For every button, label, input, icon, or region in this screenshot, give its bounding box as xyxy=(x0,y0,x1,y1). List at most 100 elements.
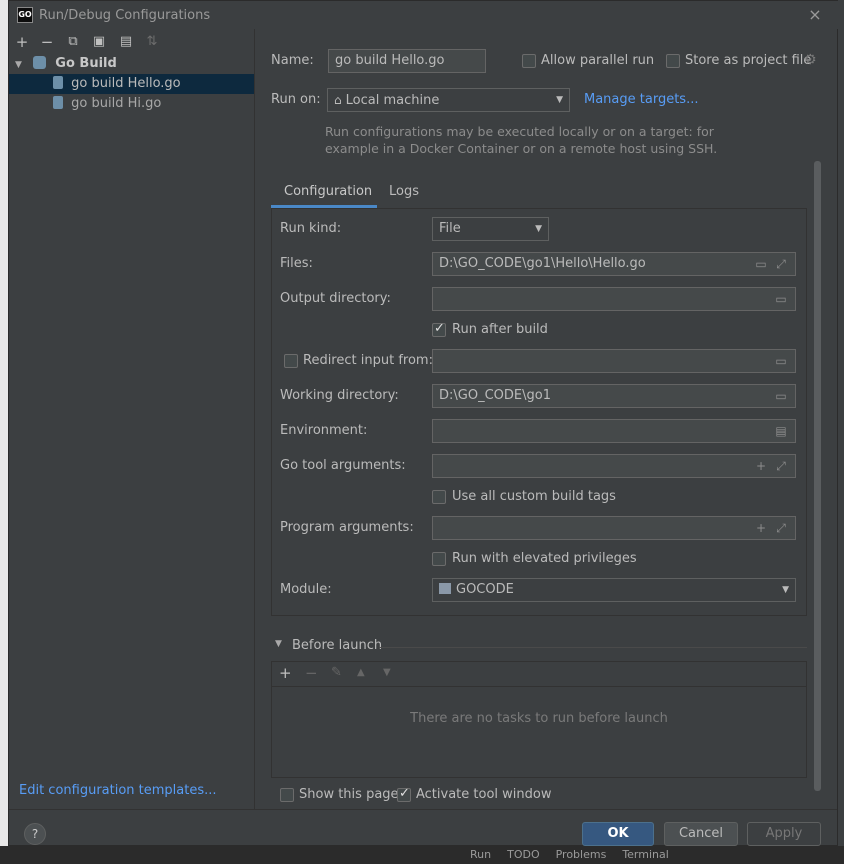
scrollbar[interactable] xyxy=(814,161,821,791)
show-page-label: Show this page xyxy=(299,787,399,802)
folder-icon[interactable]: ▭ xyxy=(773,291,789,307)
configurations-tree-panel xyxy=(9,29,255,809)
chevron-down-icon[interactable]: ▼ xyxy=(15,55,29,75)
move-down-icon[interactable]: ▼ xyxy=(383,667,391,678)
expand-icon[interactable]: ⤢ xyxy=(773,458,789,474)
plus-icon[interactable]: + xyxy=(753,520,769,536)
move-up-icon[interactable]: ▲ xyxy=(357,667,365,678)
bg-tab-todo: TODO xyxy=(507,848,540,861)
cancel-button[interactable]: Cancel xyxy=(664,822,738,846)
activate-tool-checkbox[interactable] xyxy=(397,786,411,802)
custom-build-tags-checkbox[interactable] xyxy=(432,490,446,504)
gear-icon[interactable]: ⚙ xyxy=(804,52,817,68)
manage-targets-link[interactable]: Manage targets... xyxy=(584,92,698,107)
run-on-help-line-2: example in a Docker Container or on a re… xyxy=(325,141,718,156)
edit-templates-link[interactable]: Edit configuration templates... xyxy=(19,783,217,798)
window-title: Run/Debug Configurations xyxy=(39,8,211,23)
custom-build-tags-label: Use all custom build tags xyxy=(452,489,616,504)
go-tool-arguments-label: Go tool arguments: xyxy=(280,458,406,473)
sort-icon[interactable]: ⇅ xyxy=(141,31,163,53)
output-directory-label: Output directory: xyxy=(280,291,391,306)
store-project-checkbox[interactable] xyxy=(666,54,680,68)
bottom-divider xyxy=(9,809,837,810)
tree-group-label: Go Build xyxy=(55,56,117,71)
before-launch-title[interactable]: Before launch xyxy=(292,638,382,653)
tab-logs[interactable]: Logs xyxy=(389,181,419,209)
run-kind-value: File xyxy=(439,221,461,236)
redirect-input-label: Redirect input from: xyxy=(303,353,433,368)
before-launch-empty-text: There are no tasks to run before launch xyxy=(410,711,668,726)
redirect-input-field[interactable]: ▭ xyxy=(432,349,796,373)
remove-task-icon[interactable]: − xyxy=(305,664,318,682)
new-folder-icon[interactable]: ▤ xyxy=(115,31,137,53)
output-directory-input[interactable]: ▭ xyxy=(432,287,796,311)
elevated-privileges-checkbox[interactable] xyxy=(432,552,446,566)
title-bar: GO Run/Debug Configurations × xyxy=(9,1,839,29)
store-project-label: Store as project file xyxy=(685,53,812,68)
document-icon[interactable]: ▤ xyxy=(773,423,789,439)
activate-tool-label: Activate tool window xyxy=(416,787,552,802)
tree-item-hi[interactable]: go build Hi.go xyxy=(9,94,254,114)
program-arguments-input[interactable]: + ⤢ xyxy=(432,516,796,540)
folder-icon[interactable]: ▭ xyxy=(773,353,789,369)
go-file-icon xyxy=(53,96,63,109)
show-page-checkbox[interactable] xyxy=(280,788,294,802)
chevron-down-icon: ▼ xyxy=(556,95,563,105)
plus-icon[interactable]: + xyxy=(753,458,769,474)
background-ide-toolbar xyxy=(0,846,844,864)
run-on-label: Run on: xyxy=(271,92,321,107)
folder-icon[interactable]: ▭ xyxy=(753,256,769,272)
allow-parallel-label: Allow parallel run xyxy=(541,53,655,68)
elevated-privileges-label: Run with elevated privileges xyxy=(452,551,637,566)
allow-parallel-checkbox[interactable] xyxy=(522,54,536,68)
save-icon[interactable]: ▣ xyxy=(88,31,110,53)
bg-tab-problems: Problems xyxy=(555,848,607,861)
module-dropdown[interactable]: GOCODE ▼ xyxy=(432,578,796,602)
tree-item-label: go build Hi.go xyxy=(71,96,162,111)
goland-app-icon: GO xyxy=(17,7,33,23)
run-after-build-label: Run after build xyxy=(452,322,548,337)
run-on-value: Local machine xyxy=(345,93,440,108)
apply-button[interactable]: Apply xyxy=(747,822,821,846)
before-launch-divider xyxy=(379,647,807,648)
go-file-icon xyxy=(53,76,63,89)
run-after-build-checkbox[interactable] xyxy=(432,321,446,337)
redirect-input-checkbox[interactable] xyxy=(284,354,298,368)
files-input[interactable]: D:\GO_CODE\go1\Hello\Hello.go ▭ ⤢ xyxy=(432,252,796,276)
add-icon[interactable]: + xyxy=(11,31,33,53)
close-icon[interactable]: × xyxy=(805,5,825,25)
tree-group-go-build[interactable]: ▼ Go Build xyxy=(9,54,254,74)
module-icon xyxy=(439,583,451,594)
run-kind-dropdown[interactable]: File ▼ xyxy=(432,217,549,241)
chevron-down-icon[interactable]: ▼ xyxy=(275,639,282,649)
environment-label: Environment: xyxy=(280,423,368,438)
before-launch-toolbar xyxy=(271,661,807,687)
expand-icon[interactable]: ⤢ xyxy=(773,520,789,536)
name-input[interactable]: go build Hello.go xyxy=(328,49,486,73)
chevron-down-icon: ▼ xyxy=(535,224,542,234)
bg-tab-terminal: Terminal xyxy=(622,848,669,861)
home-icon: ⌂ xyxy=(334,93,342,107)
background-ide-strip xyxy=(0,0,8,864)
module-label: Module: xyxy=(280,582,332,597)
run-on-dropdown[interactable]: ⌂ Local machine ▼ xyxy=(327,88,570,112)
remove-icon[interactable]: − xyxy=(36,31,58,53)
go-tool-arguments-input[interactable]: + ⤢ xyxy=(432,454,796,478)
module-value: GOCODE xyxy=(456,582,514,597)
edit-task-icon[interactable]: ✎ xyxy=(331,665,342,680)
chevron-down-icon: ▼ xyxy=(782,585,789,595)
files-label: Files: xyxy=(280,256,313,271)
name-label: Name: xyxy=(271,53,314,68)
environment-input[interactable]: ▤ xyxy=(432,419,796,443)
go-build-icon xyxy=(33,56,47,69)
help-button[interactable]: ? xyxy=(24,823,46,845)
working-directory-input[interactable]: D:\GO_CODE\go1 ▭ xyxy=(432,384,796,408)
tree-item-hello[interactable]: go build Hello.go xyxy=(9,74,254,94)
expand-icon[interactable]: ⤢ xyxy=(773,256,789,272)
bg-tab-run: Run xyxy=(470,848,492,861)
ok-button[interactable]: OK xyxy=(582,822,654,846)
add-task-icon[interactable]: + xyxy=(279,664,292,682)
copy-icon[interactable]: ⧉ xyxy=(62,31,84,53)
folder-icon[interactable]: ▭ xyxy=(773,388,789,404)
run-on-help-line-1: Run configurations may be executed local… xyxy=(325,124,714,139)
